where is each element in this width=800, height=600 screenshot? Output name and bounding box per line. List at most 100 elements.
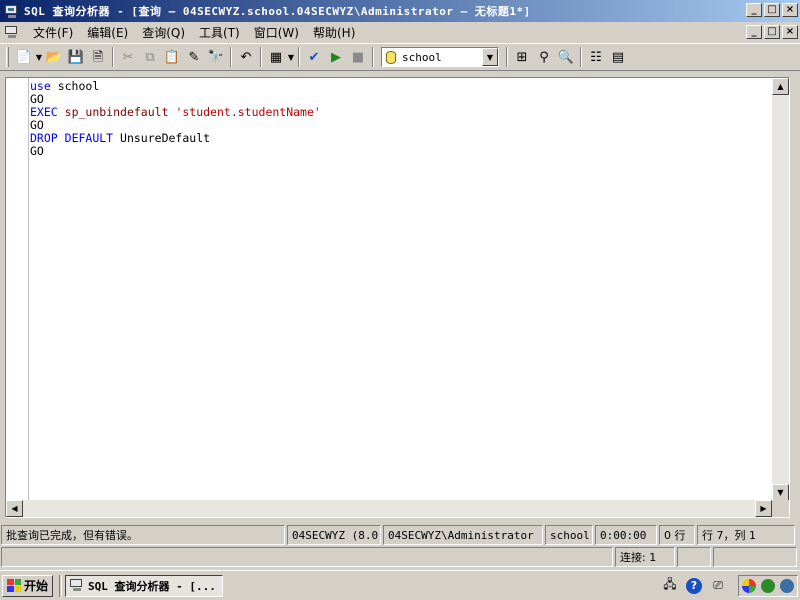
minimize-button[interactable]: _ — [746, 3, 762, 17]
child-minimize-button[interactable]: _ — [746, 25, 762, 39]
database-select[interactable]: school ▼ — [381, 47, 499, 67]
scroll-up-button[interactable]: ▲ — [772, 78, 789, 95]
object-search-icon[interactable]: ⚲ — [533, 46, 555, 68]
system-tray — [738, 574, 798, 597]
current-connection-icon[interactable]: 🔍 — [555, 46, 577, 68]
query-analyzer-app-icon[interactable] — [4, 3, 20, 19]
status-bar: 批查询已完成，但有错误。 04SECWYZ (8.0) 04SECWYZ\Adm… — [0, 524, 800, 546]
query-text[interactable]: use school GO EXEC sp_unbindefault 'studen… — [30, 80, 321, 158]
scroll-right-button[interactable]: ▶ — [755, 500, 772, 517]
status-empty-pane — [713, 547, 797, 567]
maximize-icon: □ — [767, 4, 777, 15]
close-icon: × — [785, 4, 795, 15]
status-empty-pane — [677, 547, 711, 567]
code-token: DROP — [30, 131, 58, 145]
cut-icon[interactable]: ✂ — [117, 46, 139, 68]
toolbar-separator — [112, 47, 114, 67]
vertical-scrollbar[interactable]: ▲ ▼ — [772, 78, 789, 501]
scroll-down-button[interactable]: ▼ — [772, 484, 789, 501]
code-token: GO — [30, 92, 44, 106]
code-token: EXEC — [30, 105, 58, 119]
toolbar-separator — [298, 47, 300, 67]
minimize-icon: _ — [751, 4, 757, 15]
start-button[interactable]: 开始 — [2, 574, 54, 597]
window-title: SQL 查询分析器 - [查询 — 04SECWYZ.school.04SECW… — [24, 5, 531, 18]
code-line[interactable]: DROP DEFAULT UnsureDefault — [30, 132, 321, 145]
results-pane-icon[interactable]: ▤ — [607, 46, 629, 68]
find-icon[interactable]: 🔭 — [205, 46, 227, 68]
menu-help[interactable]: 帮助(H) — [306, 24, 362, 41]
code-line[interactable]: GO — [30, 145, 321, 158]
chevron-down-icon[interactable]: ▼ — [482, 48, 498, 66]
toolbar-separator — [580, 47, 582, 67]
copy-icon[interactable]: ⧉ — [139, 46, 161, 68]
menu-window[interactable]: 窗口(W) — [247, 24, 306, 41]
status-database: school — [545, 525, 593, 545]
parse-icon[interactable]: ✔ — [303, 46, 325, 68]
results-mode-dropdown-icon[interactable]: ▼ — [287, 53, 295, 62]
toolbar-separator — [506, 47, 508, 67]
code-line[interactable]: EXEC sp_unbindefault 'student.studentNam… — [30, 106, 321, 119]
open-icon[interactable]: 📂 — [43, 46, 65, 68]
taskbar-grip — [59, 574, 63, 597]
status-connections: 连接: 1 — [615, 547, 675, 567]
results-grid-icon[interactable]: ▦ — [265, 46, 287, 68]
maximize-button[interactable]: □ — [764, 3, 780, 17]
child-restore-button[interactable]: □ — [764, 25, 780, 39]
stop-icon[interactable]: ■ — [347, 46, 369, 68]
database-icon — [386, 50, 396, 64]
status-elapsed: 0:00:00 — [595, 525, 657, 545]
new-query-icon[interactable]: 📄 — [13, 46, 35, 68]
query-analyzer-app-icon — [70, 579, 84, 592]
network-icon[interactable]: 🖧 — [662, 577, 678, 594]
close-button[interactable]: × — [782, 3, 798, 17]
code-line[interactable]: use school — [30, 80, 321, 93]
horizontal-scrollbar[interactable]: ◀ ▶ — [6, 500, 772, 517]
toolbar: 📄 ▼ 📂 💾 🗎 ✂ ⧉ 📋 ✎ 🔭 ↶ ▦ ▼ ✔ ▶ ■ school ▼… — [0, 43, 800, 71]
code-token: use — [30, 79, 51, 93]
menu-tools[interactable]: 工具(T) — [192, 24, 247, 41]
query-editor[interactable]: use school GO EXEC sp_unbindefault 'studen… — [5, 77, 790, 518]
scroll-left-button[interactable]: ◀ — [6, 500, 23, 517]
new-query-dropdown-icon[interactable]: ▼ — [35, 53, 43, 62]
close-icon: × — [785, 26, 795, 37]
undo-icon[interactable]: ↶ — [235, 46, 257, 68]
menu-query[interactable]: 查询(Q) — [135, 24, 192, 41]
options-icon[interactable]: ☷ — [585, 46, 607, 68]
restore-icon: □ — [767, 26, 777, 37]
scrollbar-corner — [772, 500, 789, 517]
object-browser-icon[interactable]: ⊞ — [511, 46, 533, 68]
language-bar-icon[interactable]: ⎚ — [710, 578, 726, 594]
menu-bar: 文件(F) 编辑(E) 查询(Q) 工具(T) 窗口(W) 帮助(H) _ □ … — [0, 22, 800, 42]
database-select-value: school — [402, 50, 442, 64]
taskbar: 开始 SQL 查询分析器 - [... 🖧 ? ⎚ — [0, 570, 800, 600]
help-icon[interactable]: ? — [686, 577, 702, 594]
toolbar-separator — [230, 47, 232, 67]
status-server: 04SECWYZ (8.0) — [287, 525, 381, 545]
load-script-icon[interactable]: 🗎 — [87, 46, 109, 68]
execute-icon[interactable]: ▶ — [325, 46, 347, 68]
paste-icon[interactable]: 📋 — [161, 46, 183, 68]
status-message: 批查询已完成，但有错误。 — [1, 525, 285, 545]
sql-server-service-icon[interactable] — [760, 578, 775, 593]
menu-edit[interactable]: 编辑(E) — [80, 24, 135, 41]
menu-file[interactable]: 文件(F) — [26, 24, 80, 41]
minimize-icon: _ — [751, 26, 757, 37]
editor-gutter — [6, 78, 29, 501]
query-window-icon[interactable] — [4, 25, 20, 39]
start-label: 开始 — [24, 579, 49, 593]
tray-app-icon[interactable] — [741, 578, 756, 593]
code-token: UnsureDefault — [113, 131, 211, 145]
toolbar-grip[interactable] — [6, 47, 9, 67]
code-token: 'student.studentName' — [175, 105, 321, 119]
task-query-analyzer[interactable]: SQL 查询分析器 - [... — [65, 574, 224, 597]
volume-icon[interactable] — [780, 578, 795, 593]
save-icon[interactable]: 💾 — [65, 46, 87, 68]
child-close-button[interactable]: × — [782, 25, 798, 39]
code-token: GO — [30, 118, 44, 132]
title-bar[interactable]: SQL 查询分析器 - [查询 — 04SECWYZ.school.04SECW… — [0, 0, 800, 22]
code-token: DEFAULT — [64, 131, 114, 145]
clear-window-icon[interactable]: ✎ — [183, 46, 205, 68]
windows-logo-icon — [7, 579, 21, 592]
